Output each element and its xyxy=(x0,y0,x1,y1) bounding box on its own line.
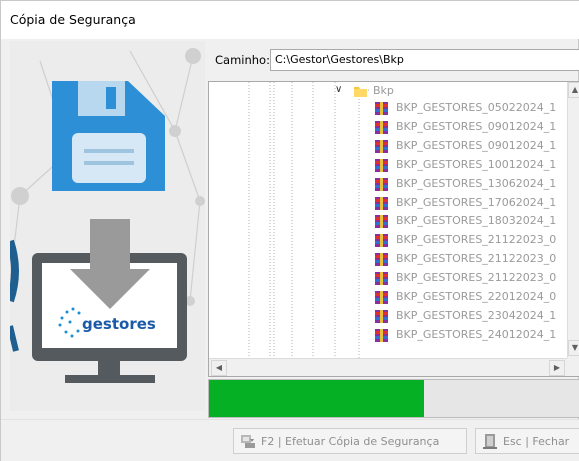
close-door-icon xyxy=(483,434,497,449)
archive-file-icon xyxy=(375,158,388,172)
tree-file-row[interactable]: BKP_GESTORES_24012024_1 xyxy=(209,327,579,344)
archive-file-icon xyxy=(375,328,388,342)
tree-file-row[interactable]: BKP_GESTORES_10012024_1 xyxy=(209,157,579,174)
tree-file-row[interactable]: BKP_GESTORES_21122023_0 xyxy=(209,251,579,268)
action-bar: F2 | Efetuar Cópia de Segurança Esc | Fe… xyxy=(1,419,579,461)
title-bar[interactable]: Cópia de Segurança xyxy=(1,1,579,39)
tree-root-label: Bkp xyxy=(373,84,394,97)
window-title: Cópia de Segurança xyxy=(10,12,136,27)
backup-button-label: F2 | Efetuar Cópia de Segurança xyxy=(261,434,440,448)
tree-file-row[interactable]: BKP_GESTORES_09012024_1 xyxy=(209,138,579,155)
tree-file-label: BKP_GESTORES_05022024_1 xyxy=(396,101,557,114)
tree-file-row[interactable]: BKP_GESTORES_05022024_1 xyxy=(209,100,579,117)
tree-file-row[interactable]: BKP_GESTORES_17062024_1 xyxy=(209,195,579,212)
tree-file-label: BKP_GESTORES_09012024_1 xyxy=(396,138,557,152)
tree-file-label: BKP_GESTORES_24012024_1 xyxy=(396,327,557,341)
tree-file-label: BKP_GESTORES_18032024_1 xyxy=(396,214,557,228)
scroll-right-icon[interactable]: ▶ xyxy=(549,360,565,376)
vertical-scrollbar[interactable]: ▲ ▼ xyxy=(567,82,579,358)
floppy-disk-icon xyxy=(52,81,165,191)
archive-file-icon xyxy=(375,139,388,153)
tree-file-label: BKP_GESTORES_09012024_1 xyxy=(396,119,557,133)
scroll-up-icon[interactable]: ▲ xyxy=(568,82,579,98)
scroll-left-icon[interactable]: ◀ xyxy=(211,360,227,376)
archive-file-icon xyxy=(375,120,388,134)
backup-window: Cópia de Segurança gestores Caminho: C:\… xyxy=(0,0,579,461)
expand-chevron-icon[interactable]: ∨ xyxy=(335,84,342,95)
archive-file-icon xyxy=(375,272,388,286)
illustration-panel: gestores xyxy=(10,41,205,411)
backup-icon xyxy=(241,435,255,448)
tree-file-row[interactable]: BKP_GESTORES_21122023_0 xyxy=(209,232,579,249)
tree-file-row[interactable]: BKP_GESTORES_21122023_0 xyxy=(209,270,579,287)
tree-file-label: BKP_GESTORES_21122023_0 xyxy=(396,271,557,285)
tree-file-label: BKP_GESTORES_17062024_1 xyxy=(396,195,557,209)
path-input[interactable]: C:\Gestor\Gestores\Bkp xyxy=(270,49,579,71)
tree-file-row[interactable]: BKP_GESTORES_18032024_1 xyxy=(209,213,579,230)
archive-file-icon xyxy=(375,291,388,304)
backup-button[interactable]: F2 | Efetuar Cópia de Segurança xyxy=(233,428,467,454)
close-button[interactable]: Esc | Fechar xyxy=(475,428,579,454)
tree-file-row[interactable]: BKP_GESTORES_09012024_1 xyxy=(209,119,579,136)
tree-file-row[interactable]: BKP_GESTORES_23042024_1 xyxy=(209,308,579,325)
scroll-corner xyxy=(567,358,579,376)
tree-file-label: BKP_GESTORES_13062024_1 xyxy=(396,176,557,190)
tree-file-label: BKP_GESTORES_21122023_0 xyxy=(396,233,557,247)
scroll-down-icon[interactable]: ▼ xyxy=(568,340,579,356)
tree-file-row[interactable]: BKP_GESTORES_13062024_1 xyxy=(209,176,579,193)
progress-fill xyxy=(209,380,424,417)
path-row: Caminho: C:\Gestor\Gestores\Bkp xyxy=(215,49,579,71)
path-label: Caminho: xyxy=(215,53,270,67)
close-button-label: Esc | Fechar xyxy=(503,434,570,448)
backup-progress-bar xyxy=(208,379,579,418)
horizontal-scrollbar[interactable]: ◀ ▶ xyxy=(209,358,567,376)
archive-file-icon xyxy=(375,234,388,248)
tree-file-row[interactable]: BKP_GESTORES_22012024_0 xyxy=(209,289,579,306)
folder-icon xyxy=(354,87,367,97)
archive-file-icon xyxy=(375,253,388,267)
archive-file-icon xyxy=(375,177,388,191)
archive-file-icon xyxy=(375,309,388,323)
tree-file-label: BKP_GESTORES_21122023_0 xyxy=(396,252,557,266)
archive-file-icon xyxy=(375,215,388,229)
logo-text: gestores xyxy=(82,315,156,333)
tree-root-row[interactable]: ∨ Bkp xyxy=(209,83,579,100)
folder-tree[interactable]: ∨ Bkp BKP_GESTORES_05022024_1 BKP_GESTORE… xyxy=(208,81,579,377)
archive-file-icon xyxy=(375,102,388,115)
tree-file-label: BKP_GESTORES_10012024_1 xyxy=(396,157,557,171)
tree-file-label: BKP_GESTORES_23042024_1 xyxy=(396,308,557,322)
tree-file-label: BKP_GESTORES_22012024_0 xyxy=(396,290,557,303)
backup-illustration: gestores xyxy=(10,48,205,383)
archive-file-icon xyxy=(375,196,388,210)
